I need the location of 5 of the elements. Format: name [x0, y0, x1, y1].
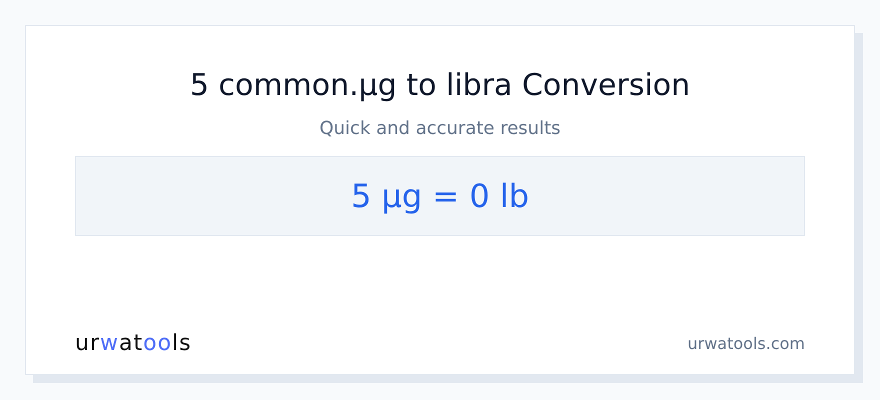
logo: urwatools [75, 330, 192, 358]
subtitle: Quick and accurate results [318, 117, 562, 141]
page-title: 5 common.µg to libra Conversion [188, 67, 692, 105]
site-url: urwatools.com [688, 332, 805, 354]
result-text: 5 µg = 0 lb [350, 176, 530, 217]
